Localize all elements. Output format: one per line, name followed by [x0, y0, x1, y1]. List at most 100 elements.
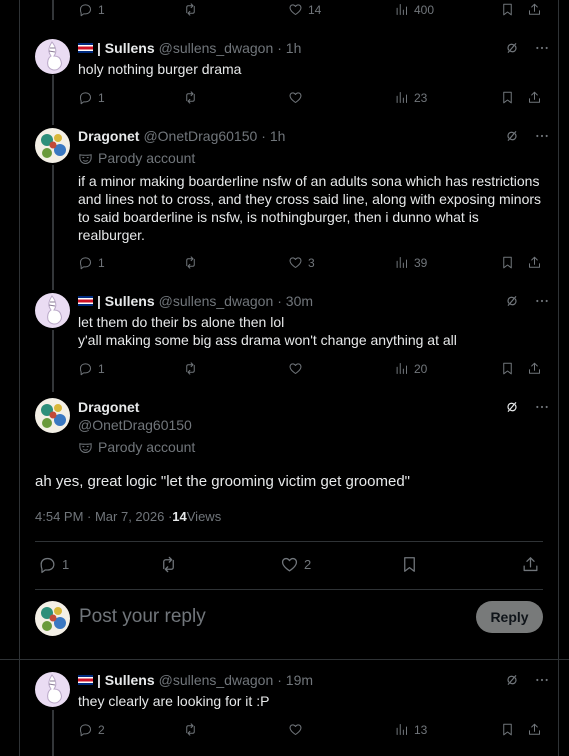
like-action[interactable]	[288, 90, 303, 105]
post-text: let them do their bs alone then lol y'al…	[78, 314, 457, 348]
heart-icon	[280, 555, 299, 574]
post-top-icons	[504, 399, 550, 415]
bookmark-icon	[500, 255, 515, 270]
post-top-icons	[504, 128, 550, 144]
post-time[interactable]: · 1h	[261, 128, 285, 144]
reply-icon	[78, 255, 93, 270]
avatar[interactable]	[35, 672, 70, 707]
like-action[interactable]: 14	[288, 2, 321, 17]
like-action[interactable]: 2	[280, 555, 311, 574]
views-icon	[394, 722, 409, 737]
reply-icon	[78, 361, 93, 376]
repost-action[interactable]	[183, 255, 198, 270]
display-name[interactable]: Dragonet	[78, 399, 139, 415]
reply-button[interactable]: Reply	[476, 601, 543, 633]
handle[interactable]: @OnetDrag60150	[78, 417, 192, 433]
mask-icon	[78, 440, 93, 455]
handle[interactable]: @OnetDrag60150	[143, 128, 257, 144]
repost-action[interactable]	[159, 555, 178, 574]
post-actions: 2 13	[78, 722, 544, 740]
grok-icon[interactable]	[504, 399, 520, 415]
like-action[interactable]: 3	[288, 255, 315, 270]
flag-icon	[78, 296, 93, 306]
bookmark-icon	[500, 361, 515, 376]
share-action[interactable]	[521, 555, 540, 574]
share-icon	[527, 255, 542, 270]
bookmark-action[interactable]	[500, 2, 515, 17]
grok-icon[interactable]	[504, 128, 520, 144]
views-action[interactable]: 400	[394, 2, 434, 17]
bookmark-action[interactable]	[400, 555, 419, 574]
share-icon	[527, 722, 542, 737]
share-action[interactable]	[527, 2, 542, 17]
repost-icon	[183, 255, 198, 270]
share-action[interactable]	[527, 722, 542, 737]
display-name[interactable]: | Sullens	[97, 40, 155, 56]
composer-avatar	[35, 601, 70, 636]
post-time[interactable]: · 30m	[277, 293, 313, 309]
post-text: holy nothing burger drama	[78, 61, 242, 77]
thread-line	[52, 0, 54, 20]
reply-input[interactable]: Post your reply	[79, 606, 206, 628]
reply-action[interactable]: 1	[78, 255, 105, 270]
grok-icon[interactable]	[504, 40, 520, 56]
handle[interactable]: @sullens_dwagon	[159, 293, 274, 309]
like-action[interactable]	[288, 722, 303, 737]
avatar[interactable]	[35, 398, 70, 433]
post-header: Dragonet @OnetDrag60150 · 1h	[78, 128, 285, 144]
views-action[interactable]: 20	[394, 361, 427, 376]
views-action[interactable]: 23	[394, 90, 427, 105]
post-timestamp[interactable]: 4:54 PM · Mar 7, 2026 ·	[35, 509, 172, 524]
avatar[interactable]	[35, 128, 70, 163]
avatar[interactable]	[35, 293, 70, 328]
reply-icon	[38, 555, 57, 574]
reply-action[interactable]: 1	[78, 90, 105, 105]
display-name[interactable]: | Sullens	[97, 293, 155, 309]
repost-action[interactable]	[183, 2, 198, 17]
handle[interactable]: @sullens_dwagon	[159, 40, 274, 56]
repost-action[interactable]	[183, 722, 198, 737]
views-action[interactable]: 13	[394, 722, 427, 737]
post-actions: 1 14 400	[78, 2, 544, 20]
heart-icon	[288, 2, 303, 17]
thread-line	[52, 165, 54, 290]
grok-icon[interactable]	[504, 293, 520, 309]
post-time[interactable]: · 19m	[277, 672, 313, 688]
views-icon	[394, 2, 409, 17]
repost-action[interactable]	[183, 90, 198, 105]
like-action[interactable]	[288, 361, 303, 376]
grok-icon[interactable]	[504, 672, 520, 688]
views-action[interactable]: 39	[394, 255, 427, 270]
thread-line	[52, 330, 54, 392]
bookmark-icon	[500, 90, 515, 105]
repost-action[interactable]	[183, 361, 198, 376]
reply-action[interactable]: 2	[78, 722, 105, 737]
more-icon[interactable]	[534, 128, 550, 144]
display-name[interactable]: | Sullens	[97, 672, 155, 688]
more-icon[interactable]	[534, 399, 550, 415]
display-name[interactable]: Dragonet	[78, 128, 139, 144]
repost-icon	[159, 555, 178, 574]
handle[interactable]: @sullens_dwagon	[159, 672, 274, 688]
avatar[interactable]	[35, 39, 70, 74]
more-icon[interactable]	[534, 672, 550, 688]
more-icon[interactable]	[534, 40, 550, 56]
main-post-actions: 1 2	[38, 555, 543, 575]
divider	[35, 541, 543, 542]
share-action[interactable]	[527, 255, 542, 270]
reply-action[interactable]: 1	[38, 555, 69, 574]
share-action[interactable]	[527, 361, 542, 376]
share-action[interactable]	[527, 90, 542, 105]
views-icon	[394, 255, 409, 270]
bookmark-action[interactable]	[500, 722, 515, 737]
reply-action[interactable]: 1	[78, 361, 105, 376]
bookmark-action[interactable]	[500, 255, 515, 270]
bookmark-action[interactable]	[500, 361, 515, 376]
reply-action[interactable]: 1	[78, 2, 105, 17]
heart-icon	[288, 255, 303, 270]
more-icon[interactable]	[534, 293, 550, 309]
bookmark-action[interactable]	[500, 90, 515, 105]
repost-icon	[183, 90, 198, 105]
post-time[interactable]: · 1h	[277, 40, 301, 56]
views-label: Views	[186, 509, 222, 524]
